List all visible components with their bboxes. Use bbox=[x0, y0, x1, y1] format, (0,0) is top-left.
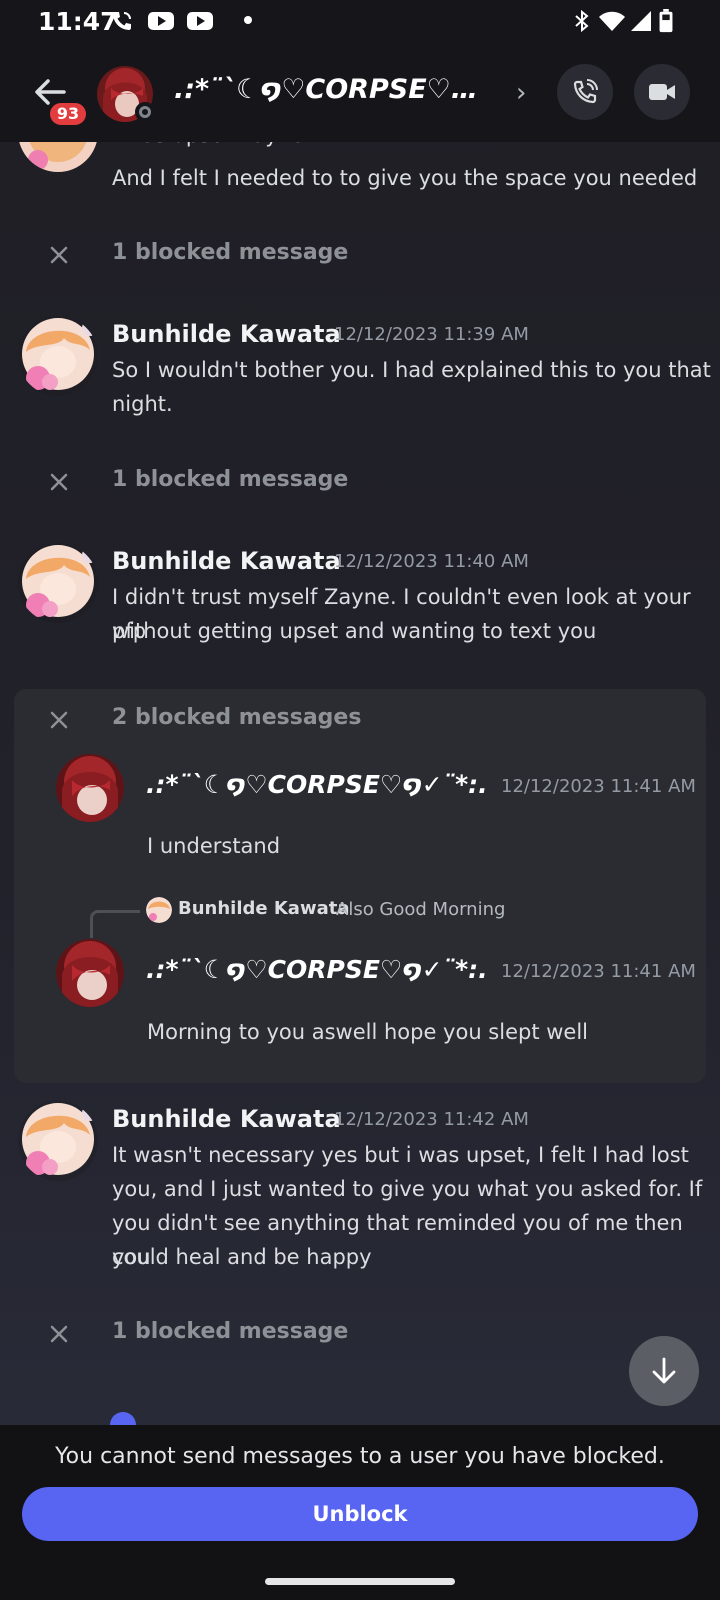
call-button[interactable] bbox=[557, 64, 613, 120]
close-icon[interactable] bbox=[48, 471, 70, 493]
avatar[interactable] bbox=[56, 939, 124, 1007]
message-timestamp: 12/12/2023 11:41 AM bbox=[501, 961, 696, 982]
youtube-icon bbox=[187, 12, 213, 30]
message-text: So I wouldn't bother you. I had explaine… bbox=[112, 358, 711, 382]
reply-preview[interactable]: Also Good Morning bbox=[336, 899, 505, 920]
message-author[interactable]: .:*¨`☾໑♡CORPSE♡໑✓¨*:. bbox=[146, 770, 488, 799]
battery-icon bbox=[659, 9, 673, 33]
reply-author[interactable]: Bunhilde Kawata bbox=[178, 898, 349, 919]
blocked-label[interactable]: 2 blocked messages bbox=[112, 705, 361, 730]
close-icon[interactable] bbox=[48, 709, 70, 731]
avatar[interactable] bbox=[56, 754, 124, 822]
message-timestamp: 12/12/2023 11:41 AM bbox=[501, 776, 696, 797]
call-icon bbox=[573, 79, 598, 104]
status-indicator bbox=[135, 102, 155, 122]
clock: 11:47 bbox=[38, 7, 118, 36]
video-icon bbox=[649, 84, 675, 100]
blocked-message-row[interactable]: 1 blocked message bbox=[0, 461, 720, 501]
message-text: without getting upset and wanting to tex… bbox=[112, 619, 597, 643]
message-text: I understand bbox=[147, 834, 281, 858]
close-icon[interactable] bbox=[48, 1323, 70, 1345]
avatar[interactable] bbox=[146, 897, 172, 923]
jump-to-bottom-button[interactable] bbox=[629, 1336, 699, 1406]
chevron-right-icon[interactable]: › bbox=[516, 78, 526, 108]
youtube-icon bbox=[148, 12, 174, 30]
blocked-label[interactable]: 1 blocked message bbox=[112, 240, 348, 265]
avatar[interactable] bbox=[18, 316, 98, 396]
blocked-message-row[interactable]: 2 blocked messages bbox=[0, 699, 720, 739]
blocked-label[interactable]: 1 blocked message bbox=[112, 467, 348, 492]
message-timestamp: 12/12/2023 11:39 AM bbox=[334, 324, 529, 345]
message-text: could heal and be happy bbox=[112, 1245, 372, 1269]
message-text: Morning to you aswell hope you slept wel… bbox=[147, 1020, 588, 1044]
video-call-button[interactable] bbox=[634, 64, 690, 120]
message-list[interactable]: I was upset Zayne And I felt I needed to… bbox=[0, 142, 720, 1425]
message-timestamp: 12/12/2023 11:40 AM bbox=[334, 551, 529, 572]
blocked-message-row[interactable]: 1 blocked message bbox=[0, 1313, 720, 1353]
unread-badge: 93 bbox=[47, 100, 89, 128]
wifi-icon bbox=[599, 11, 625, 31]
avatar[interactable] bbox=[18, 543, 98, 623]
blocked-messages-group: 2 blocked messages .:*¨`☾໑♡CORPSE♡໑✓¨*:.… bbox=[14, 689, 706, 1083]
blocked-label[interactable]: 1 blocked message bbox=[112, 1319, 348, 1344]
message-text: And I felt I needed to to give you the s… bbox=[112, 166, 698, 190]
avatar[interactable] bbox=[110, 1412, 136, 1425]
message-timestamp: 12/12/2023 11:42 AM bbox=[334, 1109, 529, 1130]
close-icon[interactable] bbox=[48, 244, 70, 266]
message-text: night. bbox=[112, 392, 173, 416]
reply-connector bbox=[90, 910, 140, 938]
message-text: you, and I just wanted to give you what … bbox=[112, 1177, 703, 1201]
blocked-message-row[interactable]: 1 blocked message bbox=[0, 234, 720, 274]
message-text: I was upset Zayne bbox=[112, 142, 304, 152]
avatar[interactable] bbox=[18, 1101, 98, 1181]
avatar[interactable] bbox=[18, 142, 98, 172]
bluetooth-icon bbox=[575, 9, 589, 33]
blocked-notice: You cannot send messages to a user you h… bbox=[55, 1444, 665, 1469]
navigation-bar bbox=[0, 1555, 720, 1600]
status-bar: 11:47 bbox=[0, 0, 720, 44]
unblock-button[interactable]: Unblock bbox=[22, 1487, 698, 1541]
channel-header: 93 .:*¨`☾໑♡CORPSE♡… › bbox=[0, 44, 720, 142]
message-text: It wasn't necessary yes but i was upset,… bbox=[112, 1143, 689, 1167]
message-author[interactable]: Bunhilde Kawata bbox=[112, 1105, 341, 1133]
home-indicator[interactable] bbox=[265, 1578, 455, 1585]
blocked-footer: You cannot send messages to a user you h… bbox=[0, 1425, 720, 1555]
phone-call-icon bbox=[113, 12, 131, 30]
dot-icon bbox=[244, 16, 252, 24]
message-author[interactable]: Bunhilde Kawata bbox=[112, 320, 341, 348]
signal-icon bbox=[631, 11, 651, 31]
arrow-down-icon bbox=[652, 1357, 676, 1384]
message-author[interactable]: Bunhilde Kawata bbox=[112, 547, 341, 575]
channel-name[interactable]: .:*¨`☾໑♡CORPSE♡… bbox=[174, 74, 494, 105]
message-author[interactable]: .:*¨`☾໑♡CORPSE♡໑✓¨*:. bbox=[146, 955, 488, 984]
